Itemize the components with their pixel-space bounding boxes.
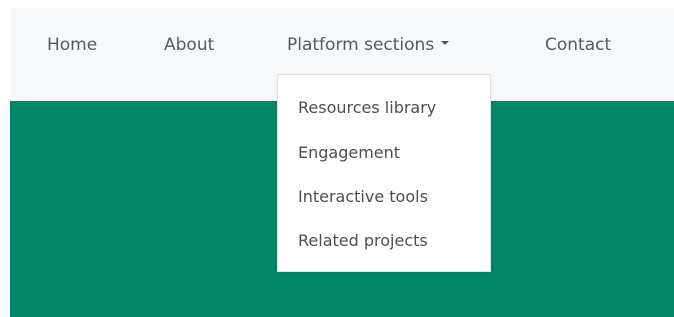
nav-dropdown-label: Platform sections <box>287 35 435 55</box>
caret-down-icon <box>441 41 450 45</box>
dropdown-item-interactive-tools[interactable]: Interactive tools <box>298 187 428 207</box>
dropdown-item-engagement[interactable]: Engagement <box>298 143 400 163</box>
platform-sections-dropdown-menu: Resources library Engagement Interactive… <box>277 74 491 272</box>
page: Home About Platform sections Contact Res… <box>0 0 674 317</box>
dropdown-item-resources-library[interactable]: Resources library <box>298 98 436 118</box>
nav-dropdown-platform-sections[interactable]: Platform sections <box>287 34 450 56</box>
nav-link-about[interactable]: About <box>164 34 214 56</box>
nav-link-contact[interactable]: Contact <box>545 34 611 56</box>
nav-link-home[interactable]: Home <box>47 34 97 56</box>
dropdown-item-related-projects[interactable]: Related projects <box>298 231 428 251</box>
